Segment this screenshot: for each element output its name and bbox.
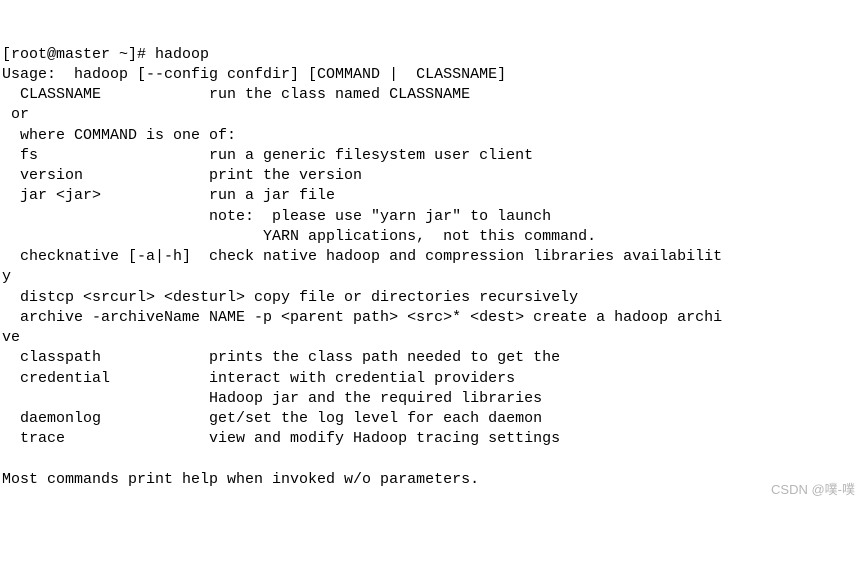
- hadoop-jar-line: Hadoop jar and the required libraries: [2, 390, 542, 407]
- prompt-line: [root@master ~]# hadoop: [2, 46, 209, 63]
- usage-line: Usage: hadoop [--config confdir] [COMMAN…: [2, 66, 506, 83]
- archive-line1: archive -archiveName NAME -p <parent pat…: [2, 309, 722, 326]
- terminal-output: [root@master ~]# hadoop Usage: hadoop [-…: [2, 45, 865, 491]
- daemonlog-line: daemonlog get/set the log level for each…: [2, 410, 542, 427]
- footer-line: Most commands print help when invoked w/…: [2, 471, 479, 488]
- jar-note-line1: note: please use "yarn jar" to launch: [2, 208, 551, 225]
- distcp-line: distcp <srcurl> <desturl> copy file or d…: [2, 289, 578, 306]
- classname-line: CLASSNAME run the class named CLASSNAME: [2, 86, 470, 103]
- archive-line2: ve: [2, 329, 20, 346]
- jar-note-line2: YARN applications, not this command.: [2, 228, 596, 245]
- jar-line: jar <jar> run a jar file: [2, 187, 335, 204]
- or-line: or: [2, 106, 29, 123]
- trace-line: trace view and modify Hadoop tracing set…: [2, 430, 560, 447]
- checknative-line1: checknative [-a|-h] check native hadoop …: [2, 248, 722, 265]
- watermark-text: CSDN @噗-噗: [771, 481, 855, 499]
- version-line: version print the version: [2, 167, 362, 184]
- classpath-line: classpath prints the class path needed t…: [2, 349, 560, 366]
- checknative-line2: y: [2, 268, 11, 285]
- where-line: where COMMAND is one of:: [2, 127, 236, 144]
- fs-line: fs run a generic filesystem user client: [2, 147, 533, 164]
- credential-line: credential interact with credential prov…: [2, 370, 515, 387]
